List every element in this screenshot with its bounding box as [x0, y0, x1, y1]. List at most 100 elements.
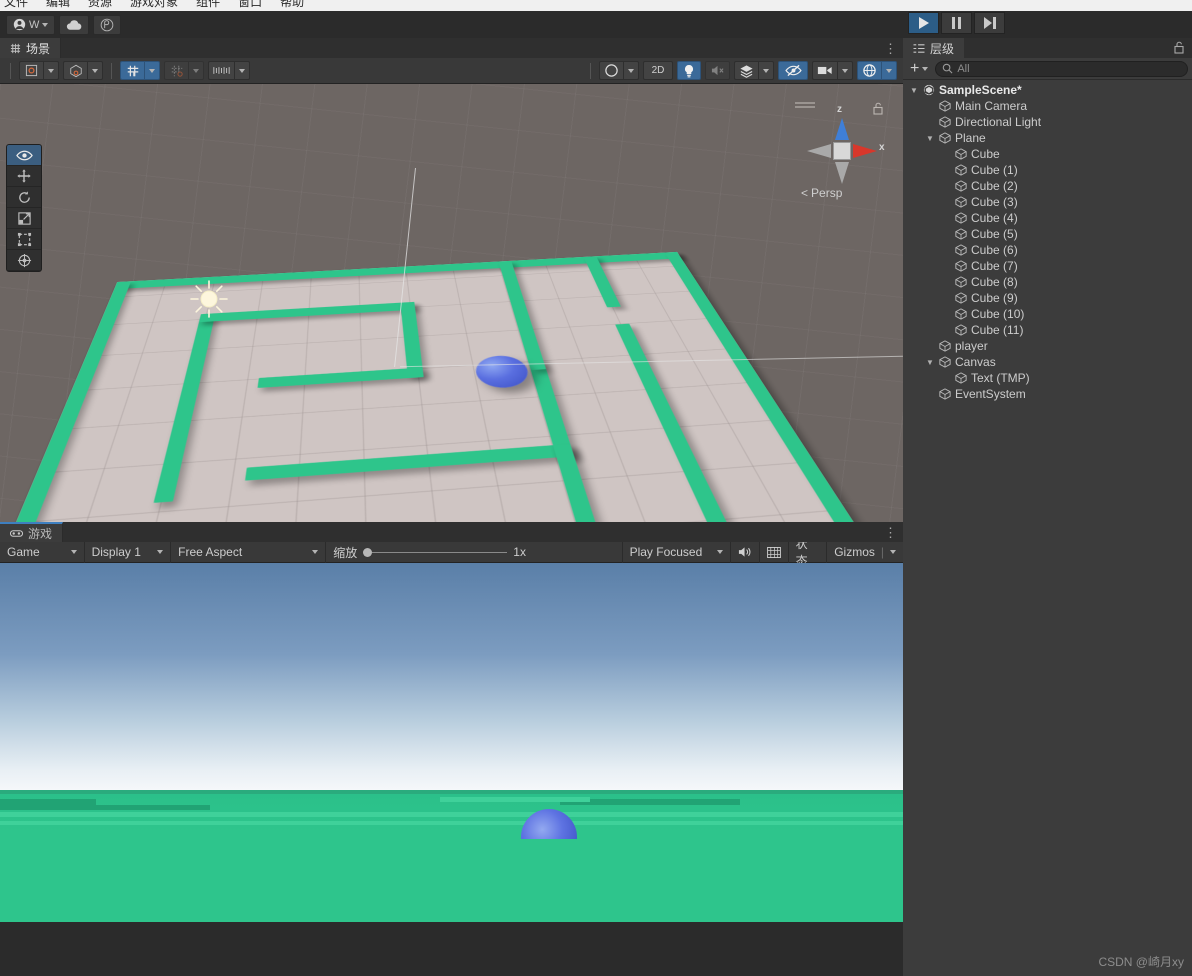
- display-dropdown[interactable]: Display 1: [85, 541, 172, 563]
- scene-effects-dropdown[interactable]: [758, 61, 774, 80]
- gizmo-axis-z-negative[interactable]: [835, 162, 849, 184]
- zoom-slider[interactable]: [363, 547, 508, 557]
- account-button[interactable]: W: [6, 14, 56, 35]
- gizmos-dropdown[interactable]: [881, 61, 897, 80]
- tab-hierarchy[interactable]: 层级: [903, 38, 965, 58]
- toolbar-divider: [10, 62, 11, 79]
- pause-button[interactable]: [941, 12, 972, 34]
- menu-item-5[interactable]: 窗口: [238, 0, 262, 8]
- lock-open-icon[interactable]: [1174, 41, 1184, 54]
- services-button[interactable]: [93, 14, 122, 35]
- 2d-toggle-button[interactable]: 2D: [643, 61, 673, 80]
- scene-viewport[interactable]: z x < Persp: [0, 84, 903, 541]
- rect-tool-button[interactable]: [7, 229, 41, 250]
- twisty-expand-icon[interactable]: ▼: [925, 134, 935, 143]
- add-gameobject-button[interactable]: +: [907, 60, 931, 76]
- hidden-objects-button[interactable]: [778, 61, 808, 80]
- lock-open-icon[interactable]: [873, 102, 883, 115]
- tab-game[interactable]: 游戏: [0, 522, 64, 542]
- scene-audio-icon: [711, 65, 724, 76]
- game-mode-dropdown[interactable]: Game: [0, 541, 85, 563]
- pivot-rotation-dropdown[interactable]: [43, 61, 59, 80]
- gizmo-axis-x-negative[interactable]: [807, 144, 831, 158]
- grid-snap-dropdown[interactable]: [144, 61, 160, 80]
- hierarchy-row[interactable]: Cube (6): [903, 242, 1192, 258]
- gizmo-drag-handle[interactable]: [795, 102, 815, 108]
- scene-audio-button[interactable]: [705, 61, 730, 80]
- gizmo-axis-z-positive[interactable]: [835, 118, 849, 140]
- menu-item-4[interactable]: 组件: [196, 0, 220, 8]
- gizmo-center-cube[interactable]: [833, 142, 851, 160]
- handle-position-dropdown[interactable]: [87, 61, 103, 80]
- hierarchy-tree[interactable]: ▼ SampleScene* Main Camera Directional Ligh…: [903, 80, 1192, 976]
- gizmo-projection-toggle[interactable]: < Persp: [801, 186, 842, 200]
- scene-camera-button[interactable]: [812, 61, 837, 80]
- transform-tool-button[interactable]: [7, 250, 41, 271]
- hierarchy-row[interactable]: Cube (1): [903, 162, 1192, 178]
- twisty-expand-icon[interactable]: ▼: [909, 86, 919, 95]
- game-panel-menu-button[interactable]: ⋮: [884, 525, 897, 541]
- cloud-button[interactable]: [59, 14, 90, 35]
- scene-effects-button[interactable]: [734, 61, 758, 80]
- game-viewport[interactable]: Vectory!!!: [0, 563, 903, 976]
- gizmo-z-label: z: [837, 104, 842, 115]
- aspect-dropdown[interactable]: Free Aspect: [171, 541, 327, 563]
- shading-mode-dropdown[interactable]: [623, 61, 639, 80]
- gizmos-button[interactable]: [857, 61, 881, 80]
- grid-visibility-button[interactable]: [120, 61, 144, 80]
- hierarchy-row[interactable]: ▼ SampleScene*: [903, 82, 1192, 98]
- play-focus-dropdown[interactable]: Play Focused: [623, 541, 731, 563]
- gizmo-axis-x-positive[interactable]: [853, 144, 877, 158]
- grid-size-button[interactable]: [208, 61, 234, 80]
- scene-camera-dropdown[interactable]: [837, 61, 853, 80]
- game-gizmos-dropdown[interactable]: Gizmos |: [827, 542, 903, 563]
- scale-tool-button[interactable]: [7, 208, 41, 229]
- hierarchy-row[interactable]: Cube (3): [903, 194, 1192, 210]
- scene-orientation-gizmo[interactable]: z x < Persp: [789, 98, 889, 208]
- tab-scene[interactable]: 场景: [0, 38, 62, 58]
- surface-snap-dropdown[interactable]: [188, 61, 204, 80]
- hierarchy-row[interactable]: Main Camera: [903, 98, 1192, 114]
- grid-size-dropdown[interactable]: [234, 61, 250, 80]
- hierarchy-row[interactable]: Cube (2): [903, 178, 1192, 194]
- twisty-expand-icon[interactable]: ▼: [925, 358, 935, 367]
- handle-position-button[interactable]: [63, 61, 87, 80]
- gizmos-stats-button[interactable]: [760, 541, 789, 563]
- zoom-slider-track[interactable]: [372, 551, 508, 553]
- menu-item-2[interactable]: 资源: [88, 0, 112, 8]
- hierarchy-row[interactable]: ▼ Canvas: [903, 354, 1192, 370]
- menu-item-1[interactable]: 编辑: [46, 0, 70, 8]
- scene-panel-menu-button[interactable]: ⋮: [884, 41, 897, 57]
- view-tool-button[interactable]: [7, 145, 41, 166]
- hierarchy-row[interactable]: Cube (9): [903, 290, 1192, 306]
- play-button[interactable]: [908, 12, 939, 34]
- scene-lighting-button[interactable]: [677, 61, 701, 80]
- hierarchy-row[interactable]: Cube: [903, 146, 1192, 162]
- hierarchy-row[interactable]: Directional Light: [903, 114, 1192, 130]
- menu-item-6[interactable]: 帮助: [280, 0, 304, 8]
- hierarchy-row[interactable]: Text (TMP): [903, 370, 1192, 386]
- surface-snap-button[interactable]: [164, 61, 188, 80]
- hierarchy-row[interactable]: ▼ Plane: [903, 130, 1192, 146]
- shading-mode-button[interactable]: [599, 61, 623, 80]
- hierarchy-row[interactable]: Cube (10): [903, 306, 1192, 322]
- hierarchy-row[interactable]: Cube (11): [903, 322, 1192, 338]
- menu-item-0[interactable]: 文件: [4, 0, 28, 8]
- hierarchy-row[interactable]: Cube (5): [903, 226, 1192, 242]
- mute-audio-button[interactable]: [731, 541, 760, 563]
- hierarchy-row[interactable]: Cube (4): [903, 210, 1192, 226]
- menu-item-3[interactable]: 游戏对象: [130, 0, 178, 8]
- hierarchy-row[interactable]: player: [903, 338, 1192, 354]
- hierarchy-row[interactable]: Cube (8): [903, 274, 1192, 290]
- stats-button[interactable]: 状态: [789, 537, 828, 568]
- rotate-tool-button[interactable]: [7, 187, 41, 208]
- directional-light-gizmo-icon[interactable]: [188, 278, 230, 320]
- move-tool-button[interactable]: [7, 166, 41, 187]
- pivot-rotation-button[interactable]: [19, 61, 43, 80]
- step-button[interactable]: [974, 12, 1005, 34]
- hierarchy-row[interactable]: Cube (7): [903, 258, 1192, 274]
- hierarchy-search-input[interactable]: All: [935, 60, 1188, 77]
- hierarchy-row[interactable]: EventSystem: [903, 386, 1192, 402]
- zoom-control[interactable]: 缩放 1x: [326, 541, 623, 563]
- zoom-slider-knob[interactable]: [363, 547, 373, 557]
